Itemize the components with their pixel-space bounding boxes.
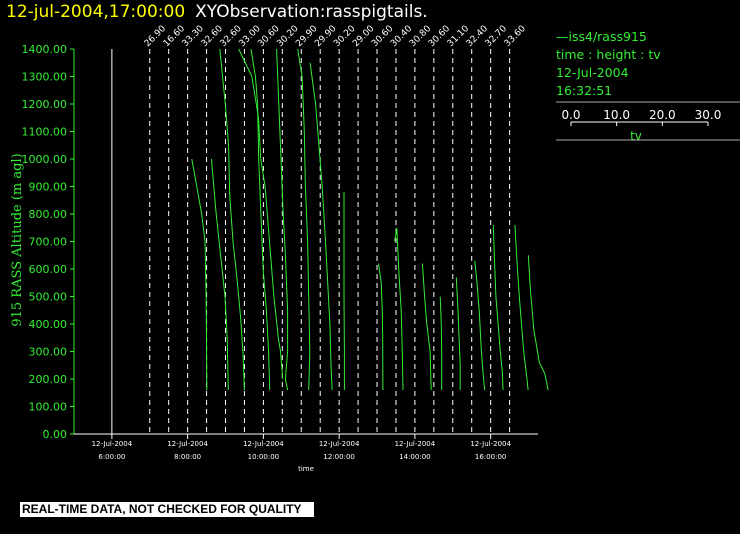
profile-line	[191, 158, 208, 391]
x-tick-date: 12-Jul-2004	[92, 440, 133, 448]
x-tick-time: 12:00:00	[323, 453, 354, 461]
profile-line	[492, 224, 504, 391]
y-tick-label: 1300.00	[22, 71, 68, 84]
y-tick-label: 500.00	[29, 291, 68, 304]
quality-warning: REAL-TIME DATA, NOT CHECKED FOR QUALITY	[20, 502, 314, 517]
profile-line	[219, 48, 245, 391]
profile-line	[297, 48, 311, 391]
x-tick-date: 12-Jul-2004	[319, 440, 360, 448]
legend-date: 12-Jul-2004	[556, 65, 629, 80]
y-tick-label: 400.00	[29, 318, 68, 331]
y-tick-label: 1400.00	[22, 43, 68, 56]
profile-line	[455, 277, 461, 390]
x-tick-time: 10:00:00	[248, 453, 279, 461]
legend-series: —iss4/rass915	[556, 28, 740, 46]
profile-line	[309, 62, 333, 391]
y-tick-label: 1000.00	[22, 153, 68, 166]
y-axis: 0.00 100.00 200.00 300.00 400.00 500.00 600.00…	[22, 43, 75, 441]
y-tick-label: 900.00	[29, 181, 68, 194]
x-axis-label: time	[298, 465, 314, 473]
profile-lines	[111, 49, 511, 434]
legend-time: 16:32:51	[556, 83, 613, 98]
y-tick-label: 1100.00	[22, 126, 68, 139]
legend-axes-desc: time : height : tv	[556, 47, 661, 62]
x-tick-time: 6:00:00	[98, 453, 125, 461]
x-tick-date: 12-Jul-2004	[167, 440, 208, 448]
x-tick-date: 12-Jul-2004	[395, 440, 436, 448]
y-tick-label: 300.00	[29, 346, 68, 359]
y-tick-label: 1200.00	[22, 98, 68, 111]
x-tick-date: 12-Jul-2004	[243, 440, 284, 448]
x-tick-time: 14:00:00	[399, 453, 430, 461]
x-tick-time: 8:00:00	[174, 453, 201, 461]
y-axis-label: 915 RASS Altitude (m agl)	[10, 153, 25, 326]
profile-line	[527, 255, 549, 391]
profile-label: 33.60	[503, 24, 528, 49]
legend-series-label: iss4/rass915	[568, 29, 647, 44]
x-tick-time: 16:00:00	[475, 453, 506, 461]
profile-line	[421, 263, 432, 391]
y-tick-label: 800.00	[29, 208, 68, 221]
y-tick-label: 700.00	[29, 236, 68, 249]
legend: —iss4/rass915 time : height : tv 12-Jul-…	[556, 28, 740, 100]
profile-line	[378, 263, 384, 391]
y-tick-label: 100.00	[29, 401, 68, 414]
y-tick-label: 200.00	[29, 373, 68, 386]
y-tick-label: 0.00	[43, 428, 68, 441]
x-tick-date: 12-Jul-2004	[470, 440, 511, 448]
profile-line	[474, 260, 486, 391]
legend-swatch: —	[556, 29, 569, 44]
profile-line	[439, 296, 443, 390]
data-lines	[191, 48, 549, 391]
x-axis: 12-Jul-2004 6:00:00 12-Jul-2004 8:00:00 12-J…	[74, 433, 538, 461]
profile-line	[514, 224, 529, 391]
profile-labels: 26.9016.6033.3032.6032.6033.0030.6030.20…	[143, 24, 528, 49]
y-tick-label: 600.00	[29, 263, 68, 276]
profile-line	[250, 48, 271, 391]
